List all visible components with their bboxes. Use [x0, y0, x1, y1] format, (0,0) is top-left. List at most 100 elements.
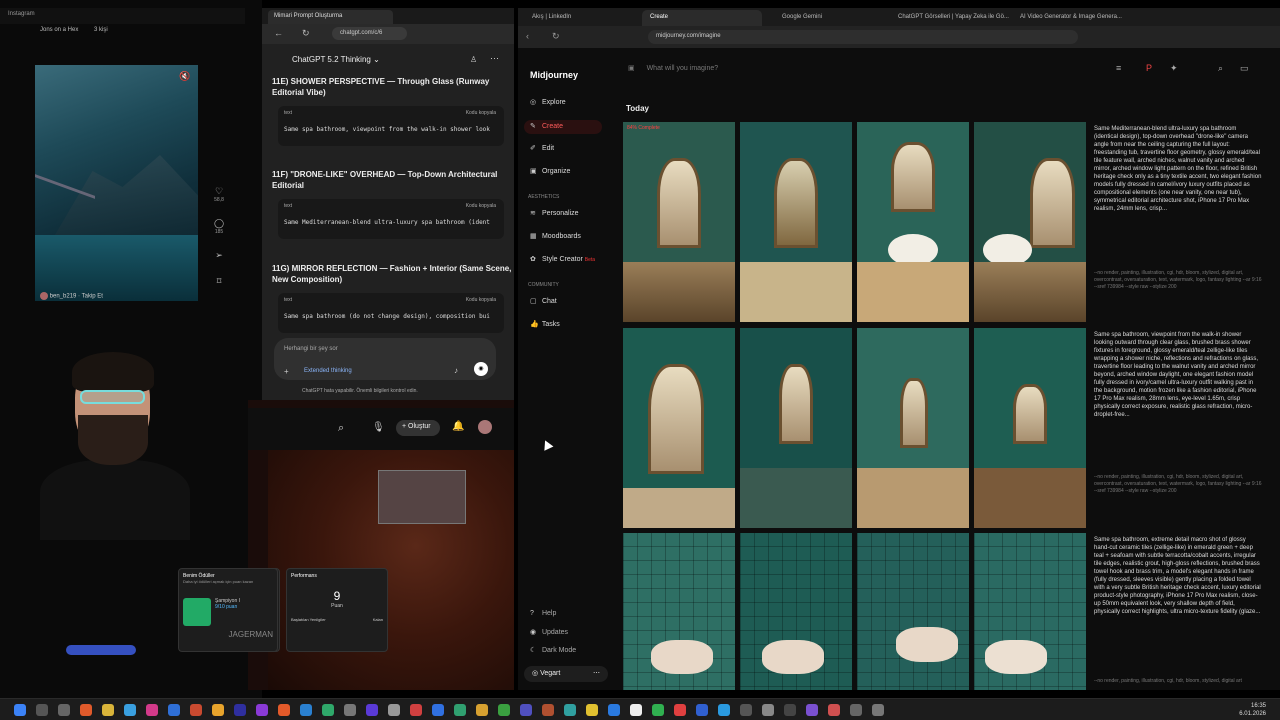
back-icon[interactable]: ‹ — [526, 31, 529, 41]
reel-video[interactable]: 🔇 — [35, 65, 198, 301]
nav-tasks[interactable]: 👍 Tasks — [530, 320, 610, 334]
generated-image[interactable] — [974, 328, 1086, 528]
task-view-icon[interactable] — [58, 704, 70, 716]
app-icon[interactable] — [322, 704, 334, 716]
instagram-top-item[interactable]: 3 kişi — [94, 27, 108, 33]
avatar[interactable] — [478, 420, 492, 434]
follow-button[interactable]: Takip Et — [82, 294, 103, 300]
user-icon[interactable]: ♙ — [470, 55, 477, 64]
bell-icon[interactable]: 🔔 — [452, 421, 464, 432]
copy-code-button[interactable]: Kodu kopyala — [466, 203, 496, 209]
plus-icon[interactable]: + — [284, 367, 289, 376]
app-icon[interactable] — [212, 704, 224, 716]
create-button[interactable]: + Oluştur — [396, 420, 440, 436]
app-icon[interactable] — [80, 704, 92, 716]
generated-image[interactable] — [857, 328, 969, 528]
app-icon[interactable] — [278, 704, 290, 716]
search-icon[interactable]: ⌕ — [1218, 63, 1223, 74]
prompt-input[interactable]: ▣ What will you imagine? — [628, 64, 1148, 82]
app-icon[interactable] — [366, 704, 378, 716]
generated-image[interactable] — [623, 328, 735, 528]
app-icon[interactable] — [872, 704, 884, 716]
app-icon[interactable] — [740, 704, 752, 716]
like-icon[interactable]: ♡ 58,8 — [210, 186, 228, 203]
user-menu[interactable]: ◎ Vegart ⋯ — [524, 666, 608, 682]
app-icon[interactable] — [630, 704, 642, 716]
app-icon[interactable] — [762, 704, 774, 716]
app-icon[interactable] — [432, 704, 444, 716]
app-icon[interactable] — [146, 704, 158, 716]
microphone-icon[interactable]: 🎙 — [372, 422, 385, 433]
sparkle-icon[interactable]: ✦ — [1170, 63, 1178, 74]
app-icon[interactable] — [124, 704, 136, 716]
folder-icon[interactable]: ▭ — [1240, 63, 1249, 74]
tab-ai-video[interactable]: AI Video Generator & Image Genera... — [1012, 10, 1132, 26]
app-icon[interactable] — [850, 704, 862, 716]
app-icon[interactable] — [256, 704, 268, 716]
gpt-url-field[interactable]: chatgpt.com/c/6 — [332, 27, 407, 40]
app-icon[interactable] — [388, 704, 400, 716]
back-icon[interactable]: ← — [274, 28, 283, 38]
app-icon[interactable] — [586, 704, 598, 716]
prompt-description[interactable]: Same spa bathroom, extreme detail macro … — [1094, 536, 1262, 664]
mute-icon[interactable]: 🔇 — [179, 71, 190, 82]
personalize-icon[interactable]: P — [1146, 63, 1152, 73]
nav-style-creator[interactable]: ✿ Style Creator Beta — [530, 255, 610, 269]
message-composer[interactable]: Herhangi bir şey sor + Extended thinking… — [274, 338, 496, 380]
app-icon[interactable] — [498, 704, 510, 716]
nav-create[interactable]: ✎ Create — [524, 120, 602, 134]
tab-linkedin[interactable]: Akış | LinkedIn — [524, 10, 579, 26]
tab-create[interactable]: Create — [642, 10, 762, 26]
instagram-tab[interactable]: Instagram — [8, 11, 35, 17]
generated-image[interactable] — [974, 533, 1086, 690]
prompt-description[interactable]: Same spa bathroom, viewpoint from the wa… — [1094, 331, 1262, 459]
generated-image[interactable] — [740, 122, 852, 322]
app-icon[interactable] — [806, 704, 818, 716]
generated-image[interactable] — [740, 533, 852, 690]
model-selector[interactable]: ChatGPT 5.2 Thinking ⌄ — [292, 55, 380, 64]
app-icon[interactable] — [784, 704, 796, 716]
comment-icon[interactable]: ◯ 185 — [210, 218, 228, 235]
system-clock[interactable]: 16:35 6.01.2026 — [1239, 702, 1266, 718]
app-icon[interactable] — [300, 704, 312, 716]
app-icon[interactable] — [828, 704, 840, 716]
tab-gemini[interactable]: Google Gemini — [774, 10, 830, 26]
reload-icon[interactable]: ↻ — [302, 28, 310, 39]
app-icon[interactable] — [674, 704, 686, 716]
generated-image[interactable] — [974, 122, 1086, 322]
nav-help[interactable]: ? Help — [530, 610, 610, 624]
app-icon[interactable] — [608, 704, 620, 716]
app-icon[interactable] — [476, 704, 488, 716]
app-icon[interactable] — [344, 704, 356, 716]
app-icon[interactable] — [652, 704, 664, 716]
nav-chat[interactable]: ▢ Chat — [530, 297, 610, 311]
tab-chatgpt-images[interactable]: ChatGPT Görselleri | Yapay Zeka ile Gö..… — [890, 10, 1010, 26]
generated-image[interactable] — [857, 533, 969, 690]
app-icon[interactable] — [454, 704, 466, 716]
generated-image[interactable] — [623, 533, 735, 690]
nav-organize[interactable]: ▣ Organize — [530, 167, 610, 181]
windows-start-icon[interactable] — [14, 704, 26, 716]
more-icon[interactable]: ⋯ — [490, 53, 499, 64]
app-icon[interactable] — [168, 704, 180, 716]
app-icon[interactable] — [696, 704, 708, 716]
reel-user[interactable]: ben_b219 · Takip Et — [40, 292, 103, 300]
gpt-tab[interactable]: Mimari Prompt Oluşturma — [268, 10, 393, 24]
copy-code-button[interactable]: Kodu kopyala — [466, 110, 496, 116]
nav-explore[interactable]: ◎ Explore — [530, 98, 610, 112]
search-icon[interactable] — [36, 704, 48, 716]
settings-icon[interactable]: ≡ — [1116, 63, 1121, 73]
nav-dark-mode[interactable]: ☾ Dark Mode — [530, 646, 610, 660]
voice-mode-icon[interactable]: ◉ — [474, 362, 488, 376]
microphone-icon[interactable]: ♪ — [454, 366, 458, 375]
share-icon[interactable]: ➢ — [210, 250, 228, 261]
app-icon[interactable] — [190, 704, 202, 716]
reload-icon[interactable]: ↻ — [552, 31, 560, 42]
app-icon[interactable] — [718, 704, 730, 716]
app-icon[interactable] — [520, 704, 532, 716]
folder-icon[interactable] — [102, 704, 114, 716]
nav-edit[interactable]: ✐ Edit — [530, 144, 610, 158]
app-icon[interactable] — [542, 704, 554, 716]
extended-thinking-toggle[interactable]: Extended thinking — [304, 368, 352, 374]
nav-personalize[interactable]: ≋ Personalize — [530, 209, 610, 223]
